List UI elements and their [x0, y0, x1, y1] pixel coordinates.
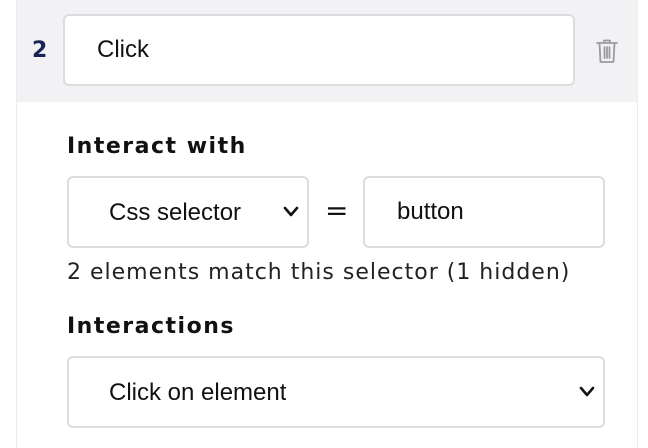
step-number: 2	[32, 38, 48, 63]
step-header: 2	[17, 0, 637, 102]
trash-icon[interactable]	[595, 38, 619, 64]
interaction-select[interactable]: Click on element	[67, 356, 605, 428]
interaction-select-value: Click on element	[109, 379, 287, 406]
chevron-down-icon	[283, 206, 299, 217]
chevron-down-icon	[579, 386, 595, 397]
selector-type-select[interactable]: Css selector	[67, 176, 309, 248]
equals-sign: =	[325, 194, 349, 227]
step-card: 2 Interact with Css selector = 2 element…	[16, 0, 638, 448]
selector-value-input[interactable]	[363, 176, 605, 248]
step-name-input[interactable]	[63, 14, 575, 86]
selector-type-value: Css selector	[109, 199, 241, 226]
selector-match-info: 2 elements match this selector (1 hidden…	[67, 260, 571, 285]
interactions-label: Interactions	[67, 314, 235, 339]
interact-with-label: Interact with	[67, 134, 247, 159]
